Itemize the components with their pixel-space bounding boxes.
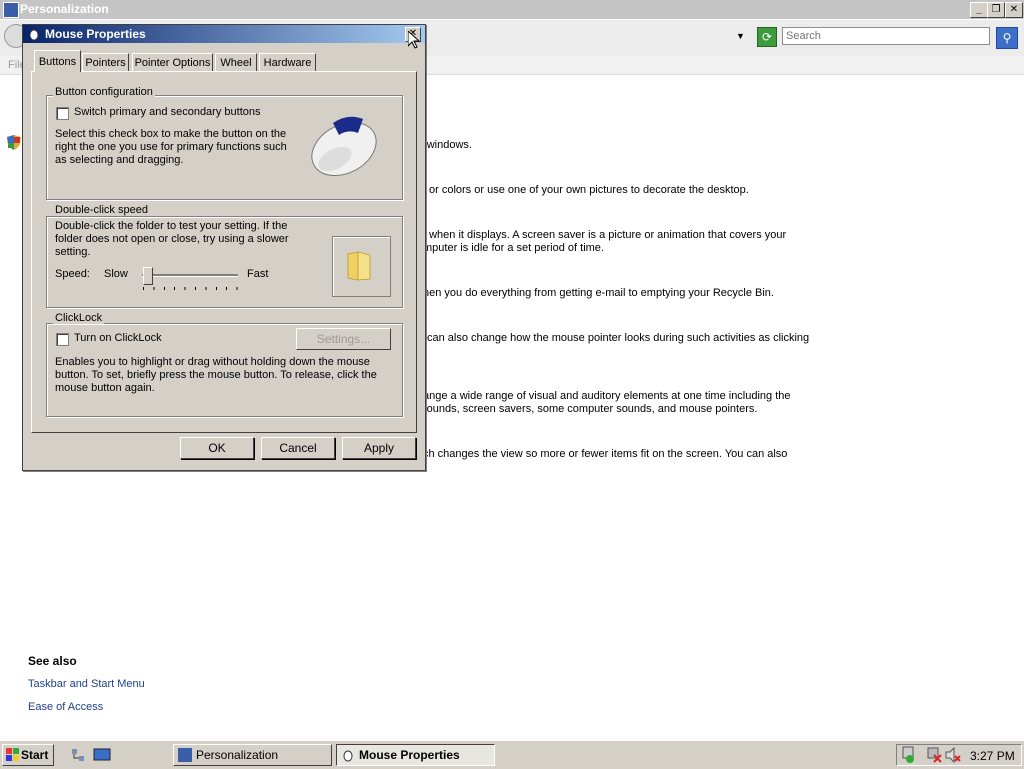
screen-saver-description-line1: t when it displays. A screen saver is a … bbox=[423, 229, 787, 241]
tab-wheel[interactable]: Wheel bbox=[215, 53, 257, 71]
clock[interactable]: 3:27 PM bbox=[970, 749, 1015, 763]
see-also-heading: See also bbox=[28, 654, 77, 668]
minimize-button[interactable]: _ bbox=[970, 2, 988, 18]
mouse-pointers-description: can also change how the mouse pointer lo… bbox=[427, 332, 810, 344]
double-click-description-line1: Double-click the folder to test your set… bbox=[55, 220, 288, 232]
double-click-legend: Double-click speed bbox=[53, 204, 150, 216]
test-folder-box[interactable] bbox=[332, 236, 391, 297]
folder-icon[interactable] bbox=[345, 250, 373, 282]
switch-buttons-label[interactable]: Switch primary and secondary buttons bbox=[74, 106, 260, 118]
ease-of-access-link[interactable]: Ease of Access bbox=[28, 701, 103, 713]
apply-button[interactable]: Apply bbox=[342, 437, 416, 459]
button-configuration-legend: Button configuration bbox=[53, 86, 155, 98]
double-click-description-line3: setting. bbox=[55, 246, 91, 258]
clicklock-settings-button[interactable]: Settings... bbox=[296, 328, 391, 350]
search-icon[interactable]: ⚲ bbox=[996, 27, 1018, 49]
address-dropdown-icon[interactable]: ▼ bbox=[736, 31, 745, 41]
mouse-properties-dialog: Mouse Properties ✕ Buttons Pointers Poin… bbox=[22, 24, 426, 471]
windows-logo-icon bbox=[6, 748, 19, 761]
button-config-description-line3: as selecting and dragging. bbox=[55, 154, 184, 166]
taskbar-item-mouse-properties[interactable]: Mouse Properties bbox=[336, 744, 495, 766]
slow-label: Slow bbox=[104, 268, 128, 280]
desktop-background-description: or colors or use one of your own picture… bbox=[429, 184, 749, 196]
security-tray-icon[interactable] bbox=[900, 746, 916, 764]
cancel-button[interactable]: Cancel bbox=[261, 437, 335, 459]
network-disconnected-icon[interactable] bbox=[926, 746, 942, 764]
quicklaunch-desktop-icon[interactable] bbox=[93, 747, 111, 763]
shield-icon bbox=[7, 135, 21, 150]
mouse-icon bbox=[343, 750, 353, 762]
personalization-titlebar bbox=[0, 0, 1024, 19]
mouse-icon bbox=[29, 29, 39, 41]
theme-description: r windows. bbox=[420, 139, 472, 151]
dialog-title: Mouse Properties bbox=[45, 27, 146, 41]
taskbar-start-menu-link[interactable]: Taskbar and Start Menu bbox=[28, 678, 145, 690]
cursor-icon bbox=[408, 31, 420, 49]
taskbar-item-label: Mouse Properties bbox=[359, 748, 460, 762]
restore-button[interactable]: ❐ bbox=[987, 2, 1005, 18]
tab-pointers[interactable]: Pointers bbox=[82, 53, 129, 71]
speed-slider-ticks bbox=[143, 287, 239, 290]
switch-buttons-checkbox[interactable] bbox=[56, 107, 69, 120]
clicklock-description-line3: mouse button again. bbox=[55, 382, 155, 394]
ok-button[interactable]: OK bbox=[180, 437, 254, 459]
control-panel-icon bbox=[3, 2, 19, 18]
button-config-description-line2: right the one you use for primary functi… bbox=[55, 141, 287, 153]
close-window-button[interactable]: ✕ bbox=[1005, 2, 1023, 18]
theme-description-line2: rounds, screen savers, some computer sou… bbox=[423, 403, 758, 415]
clicklock-description-line2: button. To set, briefly press the mouse … bbox=[55, 369, 377, 381]
clicklock-checkbox[interactable] bbox=[56, 333, 69, 346]
taskbar-item-personalization[interactable]: Personalization bbox=[173, 744, 332, 766]
button-config-description-line1: Select this check box to make the button… bbox=[55, 128, 287, 140]
personalization-window-title: Personalization bbox=[20, 2, 109, 16]
refresh-icon[interactable]: ⟳ bbox=[757, 27, 777, 47]
taskbar bbox=[0, 740, 1024, 769]
speed-label: Speed: bbox=[55, 268, 90, 280]
quicklaunch-network-icon[interactable] bbox=[70, 747, 86, 763]
clicklock-legend: ClickLock bbox=[53, 312, 105, 324]
taskbar-item-label: Personalization bbox=[196, 748, 279, 762]
start-button[interactable]: Start bbox=[2, 744, 54, 766]
tab-pointer-options[interactable]: Pointer Options bbox=[132, 53, 213, 71]
tab-buttons[interactable]: Buttons bbox=[34, 50, 81, 72]
clicklock-label[interactable]: Turn on ClickLock bbox=[74, 332, 162, 344]
double-click-description-line2: folder does not open or close, try using… bbox=[55, 233, 289, 245]
speed-slider-track[interactable] bbox=[142, 274, 238, 277]
search-input[interactable] bbox=[782, 27, 990, 45]
sounds-description: hen you do everything from getting e-mai… bbox=[423, 287, 774, 299]
start-label: Start bbox=[21, 748, 49, 762]
screen-saver-description-line2: mputer is idle for a set period of time. bbox=[423, 242, 604, 254]
clicklock-description-line1: Enables you to highlight or drag without… bbox=[55, 356, 370, 368]
volume-muted-icon[interactable] bbox=[945, 746, 961, 764]
display-settings-description: ch changes the view so more or fewer ite… bbox=[423, 448, 788, 460]
control-panel-icon bbox=[178, 748, 192, 762]
fast-label: Fast bbox=[247, 268, 269, 280]
theme-description-line1: ange a wide range of visual and auditory… bbox=[423, 390, 791, 402]
speed-slider-thumb[interactable] bbox=[142, 267, 153, 285]
mouse-illustration-icon bbox=[311, 116, 377, 177]
tab-hardware[interactable]: Hardware bbox=[259, 53, 316, 71]
